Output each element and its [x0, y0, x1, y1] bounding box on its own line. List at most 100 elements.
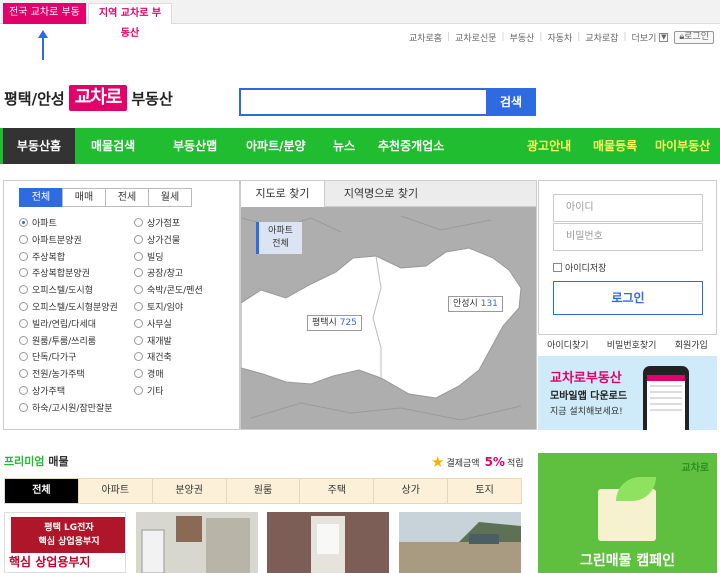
- radio-icon: [19, 251, 28, 261]
- chevron-down-icon[interactable]: ▼: [659, 32, 669, 42]
- property-type-option[interactable]: 공장/창고: [134, 266, 183, 279]
- map-label-count: 131: [480, 299, 498, 309]
- radio-icon: [19, 268, 28, 278]
- property-type-label: 단독/다가구: [32, 353, 77, 364]
- util-link-newspaper[interactable]: 교차로신문: [455, 31, 496, 44]
- reward-percent: 5%: [484, 455, 505, 469]
- property-type-option[interactable]: 빌딩: [134, 250, 164, 263]
- property-type-option[interactable]: 상가건물: [134, 233, 180, 246]
- tab-region-search[interactable]: 지역명으로 찾기: [326, 181, 436, 207]
- deal-tab-all[interactable]: 전체: [19, 188, 63, 207]
- property-type-option[interactable]: 재개발: [134, 334, 172, 347]
- property-type-option[interactable]: 하숙/고시원/잠만잘분: [19, 401, 113, 414]
- property-type-option[interactable]: 아파트: [19, 216, 57, 229]
- find-id-link[interactable]: 아이디찾기: [547, 338, 588, 351]
- save-id-checkbox[interactable]: 아이디저장: [553, 261, 606, 274]
- search-button[interactable]: 검색: [486, 88, 536, 116]
- nav-ad-info[interactable]: 광고안내: [527, 128, 571, 164]
- site-logo[interactable]: 평택/안성 교차로 부동산: [4, 84, 173, 112]
- util-link-home[interactable]: 교차로홈: [409, 31, 442, 44]
- premium-tab-presale[interactable]: 분양권: [153, 479, 227, 503]
- util-login-button[interactable]: 🔒︎로그인: [674, 30, 714, 44]
- tab-national-realestate[interactable]: 전국 교차로 부동산: [3, 3, 86, 38]
- radio-icon: [19, 302, 28, 311]
- property-type-label: 빌딩: [147, 252, 164, 263]
- map-label-pyeongtaek[interactable]: 평택시 725: [307, 315, 362, 331]
- premium-tab-land[interactable]: 토지: [448, 479, 521, 503]
- radio-icon: [134, 251, 143, 261]
- util-link-job[interactable]: 교차로잡: [585, 31, 618, 44]
- deal-tab-sale[interactable]: 매매: [62, 188, 106, 207]
- signup-link[interactable]: 회원가입: [675, 338, 708, 351]
- property-type-option[interactable]: 원룸/투룸/쓰리룸: [19, 334, 96, 347]
- premium-tab-all[interactable]: 전체: [5, 479, 79, 503]
- deal-tab-monthly[interactable]: 월세: [148, 188, 192, 207]
- app-banner-title: 교차로부동산: [550, 371, 622, 386]
- property-type-option[interactable]: 상가주택: [19, 384, 65, 397]
- green-campaign-banner[interactable]: 교차로 그린매물 캠페인: [538, 453, 717, 573]
- util-more[interactable]: 더보기: [632, 31, 657, 44]
- listing-photo-land[interactable]: [399, 512, 521, 573]
- radio-icon: [19, 285, 28, 295]
- deal-type-tabs: 전체 매매 전세 월세: [19, 188, 192, 207]
- nav-recommended-agents[interactable]: 추천중개업소: [378, 128, 444, 164]
- map-label-anseong[interactable]: 안성시 131: [448, 296, 503, 312]
- premium-tab-oneroom[interactable]: 원룸: [227, 479, 301, 503]
- nav-realestate-map[interactable]: 부동산맵: [173, 128, 217, 164]
- property-type-option[interactable]: 주상복합: [19, 250, 65, 263]
- listing-ad-line1: 평택 LG전자: [44, 523, 94, 533]
- map-label-name: 안성시: [453, 299, 478, 309]
- property-type-option[interactable]: 토지/임야: [134, 300, 183, 313]
- property-type-option[interactable]: 단독/다가구: [19, 350, 76, 363]
- map-panel: 지도로 찾기 지역명으로 찾기 아파트 전체 평택시 725 안성시 131: [240, 180, 537, 430]
- property-type-option[interactable]: 빌라/연립/다세대: [19, 317, 96, 330]
- nav-my-realestate[interactable]: 마이부동산: [655, 128, 710, 164]
- property-type-option[interactable]: 사무실: [134, 317, 172, 330]
- property-type-option[interactable]: 재건축: [134, 350, 172, 363]
- password-field[interactable]: 비밀번호: [553, 223, 703, 251]
- nav-apartment[interactable]: 아파트/분양: [246, 128, 306, 164]
- property-type-label: 상가주택: [32, 387, 66, 397]
- radio-icon: [19, 218, 28, 227]
- util-login-label: 로그인: [684, 31, 709, 42]
- property-type-option[interactable]: 숙박/콘도/펜션: [134, 283, 203, 296]
- premium-tab-store[interactable]: 상가: [374, 479, 449, 503]
- radio-icon: [134, 386, 143, 395]
- listing-ad-headline: 핵심 상업용부지: [9, 555, 91, 569]
- user-id-field[interactable]: 아이디: [553, 194, 703, 222]
- login-button[interactable]: 로그인: [553, 281, 703, 315]
- listing-photo-kitchen[interactable]: [136, 512, 258, 573]
- radio-icon: [19, 402, 28, 412]
- listing-thumbnail[interactable]: 평택 LG전자 핵심 상업용부지 핵심 상업용부지: [4, 512, 126, 573]
- property-type-label: 원룸/투룸/쓰리룸: [32, 336, 97, 347]
- property-type-option[interactable]: 오피스텔/도시형분양권: [19, 300, 118, 313]
- util-link-car[interactable]: 자동차: [547, 31, 572, 44]
- premium-tabs: 전체 아파트 분양권 원룸 주택 상가 토지: [4, 478, 522, 504]
- login-panel: 아이디 비밀번호 아이디저장 로그인: [538, 180, 717, 335]
- property-type-option[interactable]: 기타: [134, 384, 164, 397]
- tab-regional-realestate[interactable]: 지역 교차로 부동산: [88, 3, 172, 39]
- deal-tab-jeonse[interactable]: 전세: [105, 188, 149, 207]
- property-type-option[interactable]: 주상복합분양권: [19, 266, 90, 279]
- room-photo: [267, 512, 389, 573]
- nav-home[interactable]: 부동산홈: [3, 128, 75, 164]
- property-type-option[interactable]: 전원/농가주택: [19, 367, 85, 380]
- save-id-label: 아이디저장: [565, 264, 607, 274]
- property-type-option[interactable]: 아파트분양권: [19, 233, 82, 246]
- listing-photo-room[interactable]: [267, 512, 389, 573]
- find-password-link[interactable]: 비밀번호찾기: [607, 338, 657, 351]
- property-type-option[interactable]: 상가점포: [134, 216, 180, 229]
- premium-tab-apartment[interactable]: 아파트: [79, 479, 153, 503]
- app-download-banner[interactable]: 교차로부동산 모바일앱 다운로드 지금 설치해보세요!: [538, 356, 717, 430]
- property-type-option[interactable]: 오피스텔/도시형: [19, 283, 93, 296]
- tab-map-search[interactable]: 지도로 찾기: [241, 181, 325, 207]
- search-input[interactable]: [239, 88, 486, 116]
- property-type-label: 오피스텔/도시형: [32, 286, 93, 297]
- util-link-realestate[interactable]: 부동산: [510, 31, 535, 44]
- nav-register-property[interactable]: 매물등록: [593, 128, 637, 164]
- nav-news[interactable]: 뉴스: [333, 128, 355, 164]
- property-type-option[interactable]: 경매: [134, 367, 164, 380]
- nav-property-search[interactable]: 매물검색: [91, 128, 135, 164]
- radio-icon: [19, 352, 28, 362]
- premium-tab-house[interactable]: 주택: [300, 479, 375, 503]
